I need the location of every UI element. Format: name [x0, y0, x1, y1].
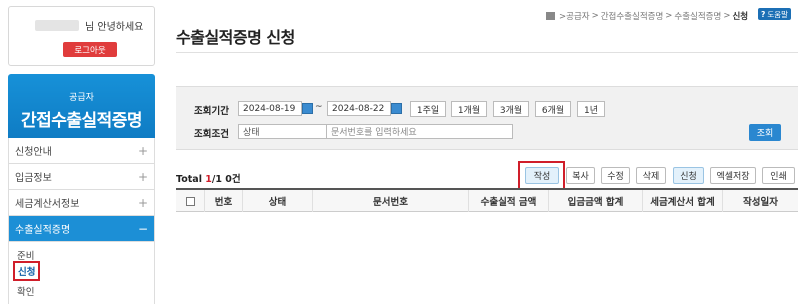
expand-icon: +	[137, 143, 148, 158]
th-doc-number: 문서번호	[312, 190, 468, 212]
period-3month-button[interactable]: 3개월	[493, 101, 529, 117]
date-from-input[interactable]: 2024-08-19	[238, 101, 302, 116]
home-icon[interactable]	[546, 12, 555, 20]
th-export-amount: 수출실적 금액	[468, 190, 548, 212]
title-divider	[176, 52, 798, 53]
doc-number-input[interactable]: 문서번호를 입력하세요	[326, 124, 513, 139]
expand-icon: +	[137, 195, 148, 210]
sidebar-item-label: 세금계산서정보	[15, 199, 80, 210]
expand-icon: +	[137, 169, 148, 184]
total-page: 1	[205, 174, 212, 185]
greeting-text: 님 안녕하세요	[85, 22, 144, 33]
breadcrumb-sep: >	[665, 11, 673, 21]
total-prefix: Total	[176, 174, 206, 185]
calendar-icon[interactable]	[302, 103, 313, 114]
breadcrumb-item[interactable]: 수출실적증명	[674, 10, 721, 22]
edit-button[interactable]: 수정	[601, 167, 630, 184]
table-header: 번호 상태 문서번호 수출실적 금액 입금금액 합계 세금계산서 합계 작성일자	[176, 188, 798, 212]
copy-button[interactable]: 복사	[566, 167, 595, 184]
th-deposit-total: 입금금액 합계	[548, 190, 642, 212]
period-1month-button[interactable]: 1개월	[451, 101, 487, 117]
sidebar-header-title: 간접수출실적증명	[20, 111, 143, 131]
write-button[interactable]: 작성	[525, 167, 559, 184]
sidebar-item-label: 신청안내	[15, 147, 52, 158]
status-select-value: 상태	[243, 128, 260, 138]
sidebar-item-tax-invoice[interactable]: 세금계산서정보 +	[9, 190, 154, 216]
period-6month-button[interactable]: 6개월	[535, 101, 571, 117]
user-box: 님 안녕하세요 로그아웃	[8, 6, 155, 66]
th-status: 상태	[242, 190, 312, 212]
help-label: 도움말	[767, 9, 789, 19]
breadcrumb-sep: >	[723, 11, 731, 21]
page-title: 수출실적증명 신청	[176, 28, 295, 47]
th-date: 작성일자	[722, 190, 798, 212]
period-1year-button[interactable]: 1년	[577, 101, 605, 117]
delete-button[interactable]: 삭제	[636, 167, 666, 184]
breadcrumb-item[interactable]: >공급자	[559, 10, 590, 22]
calendar-icon[interactable]	[391, 103, 402, 114]
submenu-apply[interactable]: 신청	[13, 261, 41, 281]
help-button[interactable]: ? 도움말	[758, 8, 792, 20]
logout-button[interactable]: 로그아웃	[63, 42, 117, 57]
search-button[interactable]: 조회	[749, 124, 781, 141]
submenu-confirm[interactable]: 확인	[17, 284, 34, 298]
total-count: Total 1/1 0건	[176, 171, 241, 185]
th-checkbox	[176, 190, 204, 212]
breadcrumb-current: 신청	[732, 12, 749, 22]
sidebar-item-deposit[interactable]: 입금정보 +	[9, 164, 154, 190]
date-separator: ~	[315, 102, 323, 112]
period-label: 조회기간	[194, 106, 229, 117]
user-name-redacted	[35, 20, 79, 31]
excel-export-button[interactable]: 엑셀저장	[710, 167, 756, 184]
breadcrumb: >공급자 > 간접수출실적증명 > 수출실적증명 > 신청	[546, 10, 748, 22]
select-all-checkbox[interactable]	[185, 196, 195, 206]
apply-button[interactable]: 신청	[673, 167, 704, 184]
breadcrumb-item[interactable]: 간접수출실적증명	[601, 10, 664, 22]
help-icon: ?	[761, 9, 766, 19]
th-number: 번호	[204, 190, 242, 212]
submenu-prepare[interactable]: 준비	[17, 248, 34, 262]
search-panel: 조회기간 2024-08-19 ~ 2024-08-22 1주일 1개월 3개월…	[176, 86, 798, 150]
breadcrumb-sep: >	[591, 11, 599, 21]
th-tax-invoice-total: 세금계산서 합계	[642, 190, 722, 212]
sidebar-menu: 신청안내 + 입금정보 + 세금계산서정보 + 수출실적증명 −	[8, 138, 155, 242]
sidebar-header-sub: 공급자	[69, 93, 94, 103]
collapse-icon: −	[137, 221, 148, 236]
condition-label: 조회조건	[194, 129, 229, 140]
sidebar-item-label: 입금정보	[15, 173, 52, 184]
sidebar-header: 공급자 간접수출실적증명	[8, 74, 155, 138]
print-button[interactable]: 인쇄	[762, 167, 795, 184]
sidebar-item-guide[interactable]: 신청안내 +	[9, 138, 154, 164]
date-to-input[interactable]: 2024-08-22	[327, 101, 391, 116]
sidebar-item-export-proof[interactable]: 수출실적증명 −	[9, 216, 154, 242]
total-rest: /1 0건	[211, 174, 241, 185]
sidebar-submenu: 준비 신청 확인	[8, 240, 155, 304]
period-1week-button[interactable]: 1주일	[410, 101, 446, 117]
sidebar-item-label: 수출실적증명	[15, 225, 71, 236]
